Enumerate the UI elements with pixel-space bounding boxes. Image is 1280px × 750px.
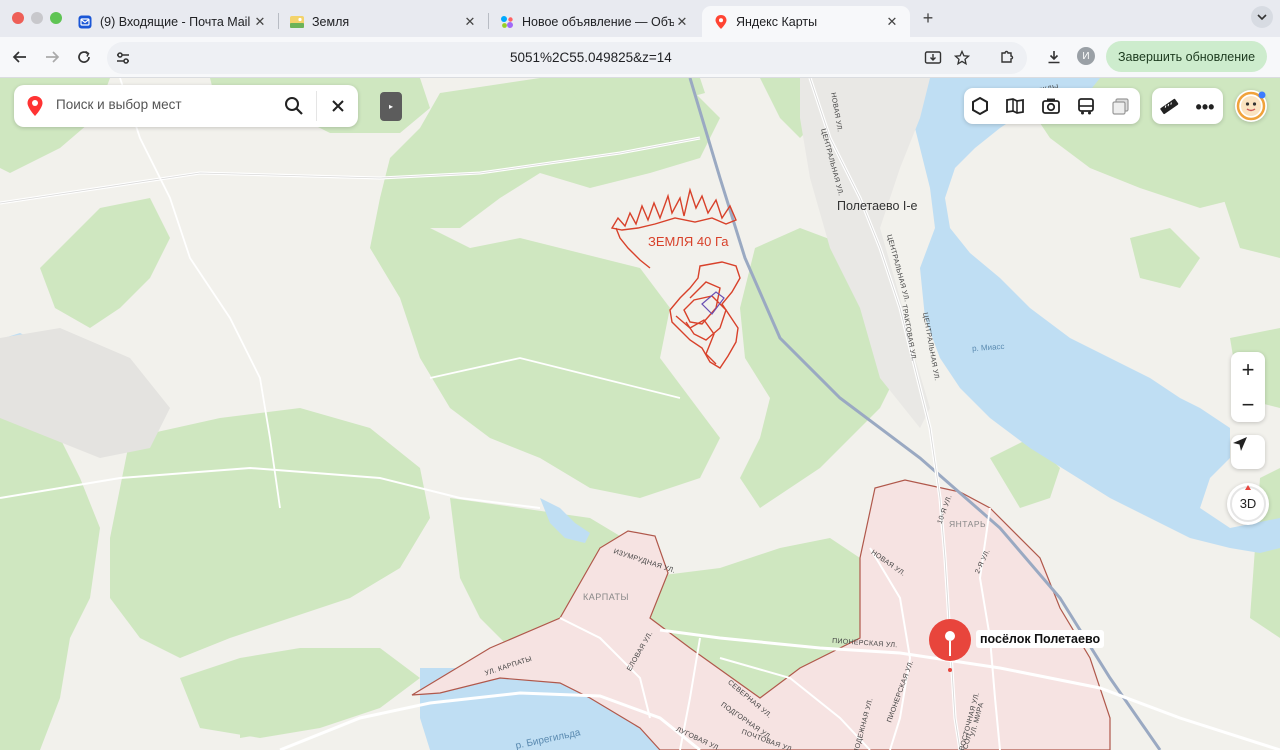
search-divider [316,91,317,121]
chevron-down-icon [1257,14,1267,21]
photo-button[interactable] [1041,96,1063,118]
downloads-button[interactable] [1042,45,1066,69]
triangle-right-icon: ▸ [388,102,393,111]
close-icon[interactable]: ✕ [674,14,690,30]
tab-title: Яндекс Карты [736,14,818,29]
ruler-icon [1160,98,1179,115]
bookmark-button[interactable] [950,46,974,70]
install-app-button[interactable] [921,46,945,70]
tab-bar: (9) Входящие - Почта Mail ✕ Земля ✕ Ново… [0,0,1280,37]
avatar-icon [1236,91,1266,121]
search-input[interactable] [56,97,276,112]
tab-search-button[interactable] [1251,6,1273,28]
map-book-icon [1006,98,1024,114]
arrow-right-icon [46,51,60,63]
map-tools-panel: ••• [1152,88,1223,124]
location-arrow-icon [1233,437,1247,451]
camera-icon [1042,98,1060,114]
browser-toolbar: 5051%2C55.049825&z=14 И Завершить обновл… [0,37,1280,78]
address-bar[interactable]: 5051%2C55.049825&z=14 [107,42,1027,74]
download-icon [1048,51,1060,64]
back-button[interactable] [8,45,32,69]
layers-button[interactable] [970,96,992,118]
transit-button[interactable] [1076,96,1098,118]
profile-avatar[interactable]: И [1077,47,1095,65]
minimize-window-button[interactable] [31,12,43,24]
tab-land[interactable]: Земля ✕ [278,6,488,37]
install-icon [924,51,942,64]
new-tab-button[interactable]: + [916,6,940,30]
bus-icon [1078,98,1094,115]
url-text[interactable]: 5051%2C55.049825&z=14 [510,50,672,65]
reload-button[interactable] [72,45,96,69]
image-icon [290,15,304,29]
annotation-label: ЗЕМЛЯ 40 Га [648,234,729,249]
search-box [14,85,358,127]
browser-window: (9) Входящие - Почта Mail ✕ Земля ✕ Ново… [0,0,1280,750]
mail-icon [78,15,92,29]
compass-3d-button[interactable]: 3D [1227,483,1269,525]
update-button[interactable]: Завершить обновление [1106,41,1268,72]
tab-title: (9) Входящие - Почта Mail [100,14,251,29]
map-type-button[interactable] [1111,96,1133,118]
ruler-button[interactable] [1159,96,1181,118]
close-window-button[interactable] [12,12,24,24]
tab-title: Новое объявление — Объяв [522,14,674,29]
close-icon[interactable]: ✕ [252,14,268,30]
place-pin-label[interactable]: посёлок Полетаево [976,630,1105,648]
zoom-in-button[interactable]: + [1231,352,1265,387]
collapse-panel-button[interactable]: ▸ [380,92,402,121]
arrow-left-icon [12,51,26,63]
zoom-out-button[interactable]: − [1231,387,1265,422]
close-icon[interactable]: ✕ [884,14,900,30]
tab-mail[interactable]: (9) Входящие - Почта Mail ✕ [66,6,278,37]
map-layers-panel [964,88,1140,124]
puzzle-icon [1001,50,1014,63]
view-3d-label: 3D [1239,496,1257,511]
panorama-button[interactable] [1005,96,1027,118]
stack-icon [1112,98,1129,115]
extensions-button[interactable] [995,45,1019,69]
layers-icon [972,96,988,116]
tab-yandex-maps[interactable]: Яндекс Карты ✕ [702,6,910,37]
more-button[interactable]: ••• [1194,96,1216,118]
zoom-controls: + − [1231,352,1265,422]
district-label: ЯНТАРЬ [949,519,987,529]
site-settings-button[interactable] [111,46,135,70]
maps-pin-icon [714,14,728,29]
maximize-window-button[interactable] [50,12,62,24]
user-avatar[interactable] [1235,90,1267,122]
close-icon[interactable]: ✕ [462,14,478,30]
tab-new-listing[interactable]: Новое объявление — Объяв ✕ [488,6,700,37]
forward-button[interactable] [40,45,64,69]
reload-icon [78,50,90,63]
more-dots-icon: ••• [1195,96,1215,117]
avito-icon [500,15,514,29]
map-view[interactable]: ЗЕМЛЯ 40 Га Полетаево I-е КАРПАТЫ ЯНТАРЬ… [0,78,1280,750]
district-label: КАРПАТЫ [583,592,629,602]
tab-title: Земля [312,14,350,29]
star-icon [954,50,970,66]
village-label: Полетаево I-е [837,199,918,213]
locate-me-button[interactable] [1231,435,1265,469]
tune-icon [117,52,129,64]
plus-icon: + [922,7,934,28]
